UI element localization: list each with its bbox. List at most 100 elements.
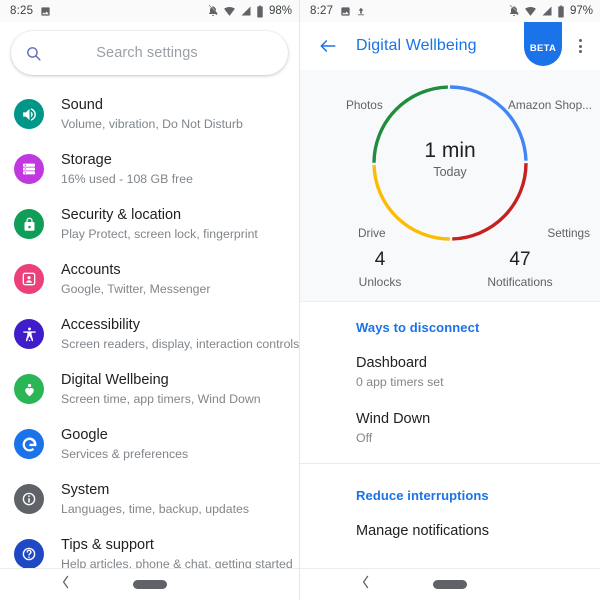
battery-icon: [558, 5, 564, 17]
pref-title: Dashboard: [356, 355, 427, 371]
status-badge: BETA: [524, 22, 562, 66]
status-left-icons: [340, 6, 366, 17]
status-time: 8:25: [10, 5, 34, 17]
setting-title: Accessibility: [61, 317, 140, 333]
section-ways-to-disconnect: Ways to disconnect Dashboard 0 app timer…: [300, 302, 600, 470]
overflow-menu-icon[interactable]: [568, 34, 592, 58]
setting-title: Accounts: [61, 262, 121, 278]
notifications-off-icon: [208, 5, 218, 16]
donut-center-text: 1 min Today: [300, 138, 600, 179]
google-g-icon: [14, 429, 44, 459]
back-icon[interactable]: [360, 574, 372, 595]
setting-subtitle: Languages, time, backup, updates: [61, 502, 250, 516]
digital-wellbeing-screen: 8:27 97% Digital Wellbeing BETA Photos A…: [300, 0, 600, 600]
setting-subtitle: Volume, vibration, Do Not Disturb: [61, 117, 243, 131]
pref-item-dashboard[interactable]: Dashboard 0 app timers set: [300, 345, 600, 401]
setting-text: System Languages, time, backup, updates: [61, 480, 249, 518]
overflow-dot: [578, 39, 582, 42]
summary-period: Today: [433, 165, 467, 179]
setting-subtitle: Screen readers, display, interaction con…: [61, 337, 300, 351]
back-icon[interactable]: [60, 574, 72, 595]
notifications-off-icon: [509, 5, 519, 16]
pref-title: Wind Down: [356, 411, 431, 427]
status-time: 8:27: [310, 5, 334, 17]
page-title: Digital Wellbeing: [356, 37, 477, 54]
setting-title: Sound: [61, 97, 103, 113]
stats-row: 4 Unlocks 47 Notifications: [300, 248, 600, 289]
stat-value: 47: [509, 249, 531, 270]
navigation-bar-right: [300, 568, 600, 600]
setting-subtitle: Play Protect, screen lock, fingerprint: [61, 227, 258, 241]
usage-summary-card: Photos Amazon Shop... Drive Settings 1 m…: [300, 70, 600, 302]
app-bar: Digital Wellbeing BETA: [300, 22, 600, 70]
account-icon: [14, 264, 44, 294]
setting-text: Security & location Play Protect, screen…: [61, 205, 258, 243]
section-header: Ways to disconnect: [356, 320, 480, 335]
donut-label-amazon: Amazon Shop...: [508, 98, 592, 112]
setting-subtitle: Google, Twitter, Messenger: [61, 282, 211, 296]
beta-label: BETA: [529, 42, 557, 54]
setting-subtitle: Screen time, app timers, Wind Down: [61, 392, 261, 406]
status-bar-right: 8:27 97%: [300, 0, 600, 22]
setting-text: Storage 16% used - 108 GB free: [61, 150, 193, 188]
sidebar-item-storage[interactable]: Storage 16% used - 108 GB free: [0, 143, 299, 198]
help-icon: [14, 539, 44, 569]
sidebar-item-system[interactable]: System Languages, time, backup, updates: [0, 473, 299, 528]
setting-text: Accessibility Screen readers, display, i…: [61, 315, 299, 353]
sidebar-item-security-location[interactable]: Security & location Play Protect, screen…: [0, 198, 299, 253]
setting-title: Tips & support: [61, 537, 154, 553]
setting-title: Digital Wellbeing: [61, 372, 169, 388]
section-reduce-interruptions: Reduce interruptions Manage notification…: [300, 470, 600, 567]
sidebar-item-digital-wellbeing[interactable]: Digital Wellbeing Screen time, app timer…: [0, 363, 299, 418]
setting-text: Google Services & preferences: [61, 425, 188, 463]
accessibility-icon: [14, 319, 44, 349]
settings-list: Sound Volume, vibration, Do Not Disturb …: [0, 85, 299, 583]
photo-icon: [341, 6, 350, 16]
wifi-icon: [224, 6, 235, 16]
search-container: Search settings: [0, 22, 299, 85]
home-handle[interactable]: [433, 580, 467, 589]
pref-item-manage-notifications[interactable]: Manage notifications: [300, 513, 600, 561]
donut-label-drive: Drive: [358, 226, 386, 240]
battery-icon: [257, 5, 263, 17]
section-divider: [300, 463, 600, 464]
status-right-icons: 97%: [508, 5, 593, 18]
storage-icon: [14, 154, 44, 184]
search-bar[interactable]: Search settings: [11, 31, 288, 75]
overflow-dot: [578, 44, 582, 48]
back-arrow-icon[interactable]: [312, 30, 344, 62]
setting-text: Sound Volume, vibration, Do Not Disturb: [61, 95, 243, 133]
search-input[interactable]: Search settings: [42, 45, 252, 61]
navigation-bar-left: [0, 568, 299, 600]
dual-screenshot: 8:25 98% Search settings Sound Volume, v…: [0, 0, 600, 600]
lock-icon: [14, 209, 44, 239]
stat-label: Unlocks: [358, 275, 402, 289]
home-handle[interactable]: [132, 580, 167, 589]
setting-title: Storage: [61, 152, 112, 168]
usage-donut-chart[interactable]: Photos Amazon Shop... Drive Settings 1 m…: [300, 76, 600, 248]
sidebar-item-accounts[interactable]: Accounts Google, Twitter, Messenger: [0, 253, 299, 308]
status-left-icons: [40, 6, 51, 17]
search-icon: [27, 46, 41, 61]
sidebar-item-google[interactable]: Google Services & preferences: [0, 418, 299, 473]
sidebar-item-sound[interactable]: Sound Volume, vibration, Do Not Disturb: [0, 88, 299, 143]
pref-title: Manage notifications: [356, 523, 489, 539]
total-screen-time: 1 min: [424, 139, 476, 162]
photo-icon: [41, 6, 50, 16]
sidebar-item-accessibility[interactable]: Accessibility Screen readers, display, i…: [0, 308, 299, 363]
setting-title: Google: [61, 427, 108, 443]
setting-text: Digital Wellbeing Screen time, app timer…: [61, 370, 261, 408]
setting-title: System: [61, 482, 110, 498]
setting-title: Security & location: [61, 207, 182, 223]
stat-notifications[interactable]: 47 Notifications: [450, 248, 590, 289]
stat-value: 4: [374, 249, 386, 270]
overflow-dot: [578, 50, 582, 53]
upload-icon: [358, 7, 365, 15]
pref-item-wind-down[interactable]: Wind Down Off: [300, 401, 600, 457]
section-header: Reduce interruptions: [356, 488, 489, 503]
stat-unlocks[interactable]: 4 Unlocks: [310, 248, 450, 289]
battery-percent: 98%: [268, 5, 292, 17]
signal-icon: [542, 6, 552, 16]
settings-screen: 8:25 98% Search settings Sound Volume, v…: [0, 0, 300, 600]
status-bar-left: 8:25 98%: [0, 0, 299, 22]
